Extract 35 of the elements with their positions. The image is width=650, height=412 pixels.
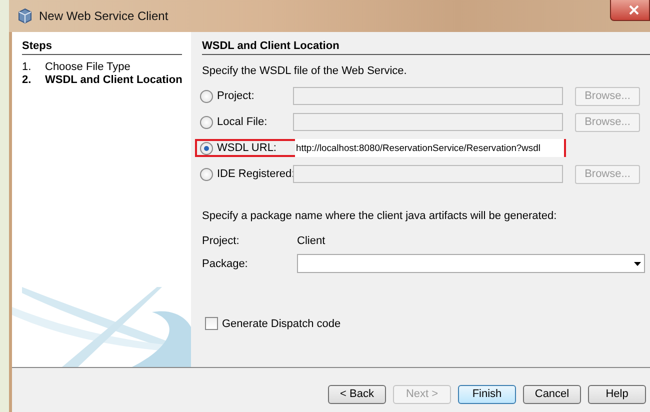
dialog-button[interactable]: Finish [458, 385, 516, 404]
dialog-button[interactable]: < Back [328, 385, 386, 404]
input-field[interactable] [293, 87, 563, 105]
panel-heading: WSDL and Client Location [202, 40, 650, 55]
package-instruction: Specify a package name where the client java artifacts will be generated: [202, 210, 558, 222]
steps-heading: Steps [22, 40, 182, 55]
instruction-text: Specify the WSDL file of the Web Service. [202, 65, 408, 77]
dialog-button[interactable]: Help [588, 385, 646, 404]
step-number: 1. [22, 61, 32, 74]
source-label: Local File: [217, 116, 268, 128]
close-button[interactable] [610, 0, 650, 21]
radio-button[interactable] [200, 116, 213, 128]
radio-button[interactable] [200, 168, 213, 180]
source-label: IDE Registered: [217, 168, 295, 180]
checkbox[interactable] [205, 317, 218, 330]
step-label: WSDL and Client Location [45, 74, 182, 87]
step-number: 2. [22, 74, 32, 87]
radio-button[interactable] [200, 142, 213, 154]
package-label: Package: [202, 258, 249, 270]
source-label: Project: [217, 90, 256, 102]
input-field[interactable]: http://localhost:8080/ReservationService/Reservation?wsdl [295, 139, 564, 157]
input-field[interactable] [293, 113, 563, 131]
window-title: New Web Service Client [39, 9, 168, 23]
dialog-button[interactable]: Cancel [523, 385, 581, 404]
source-label: WSDL URL: [217, 142, 278, 154]
input-field[interactable] [293, 165, 563, 183]
radio-button[interactable] [200, 90, 213, 102]
dropdown-arrow-icon [634, 262, 641, 266]
step-label: Choose File Type [45, 61, 130, 74]
package-dropdown[interactable] [297, 254, 645, 273]
cube-icon [17, 8, 33, 24]
project-value: Client [297, 235, 326, 247]
checkbox-label: Generate Dispatch code [222, 318, 341, 330]
close-icon [629, 5, 639, 15]
project-label: Project: [202, 235, 240, 247]
